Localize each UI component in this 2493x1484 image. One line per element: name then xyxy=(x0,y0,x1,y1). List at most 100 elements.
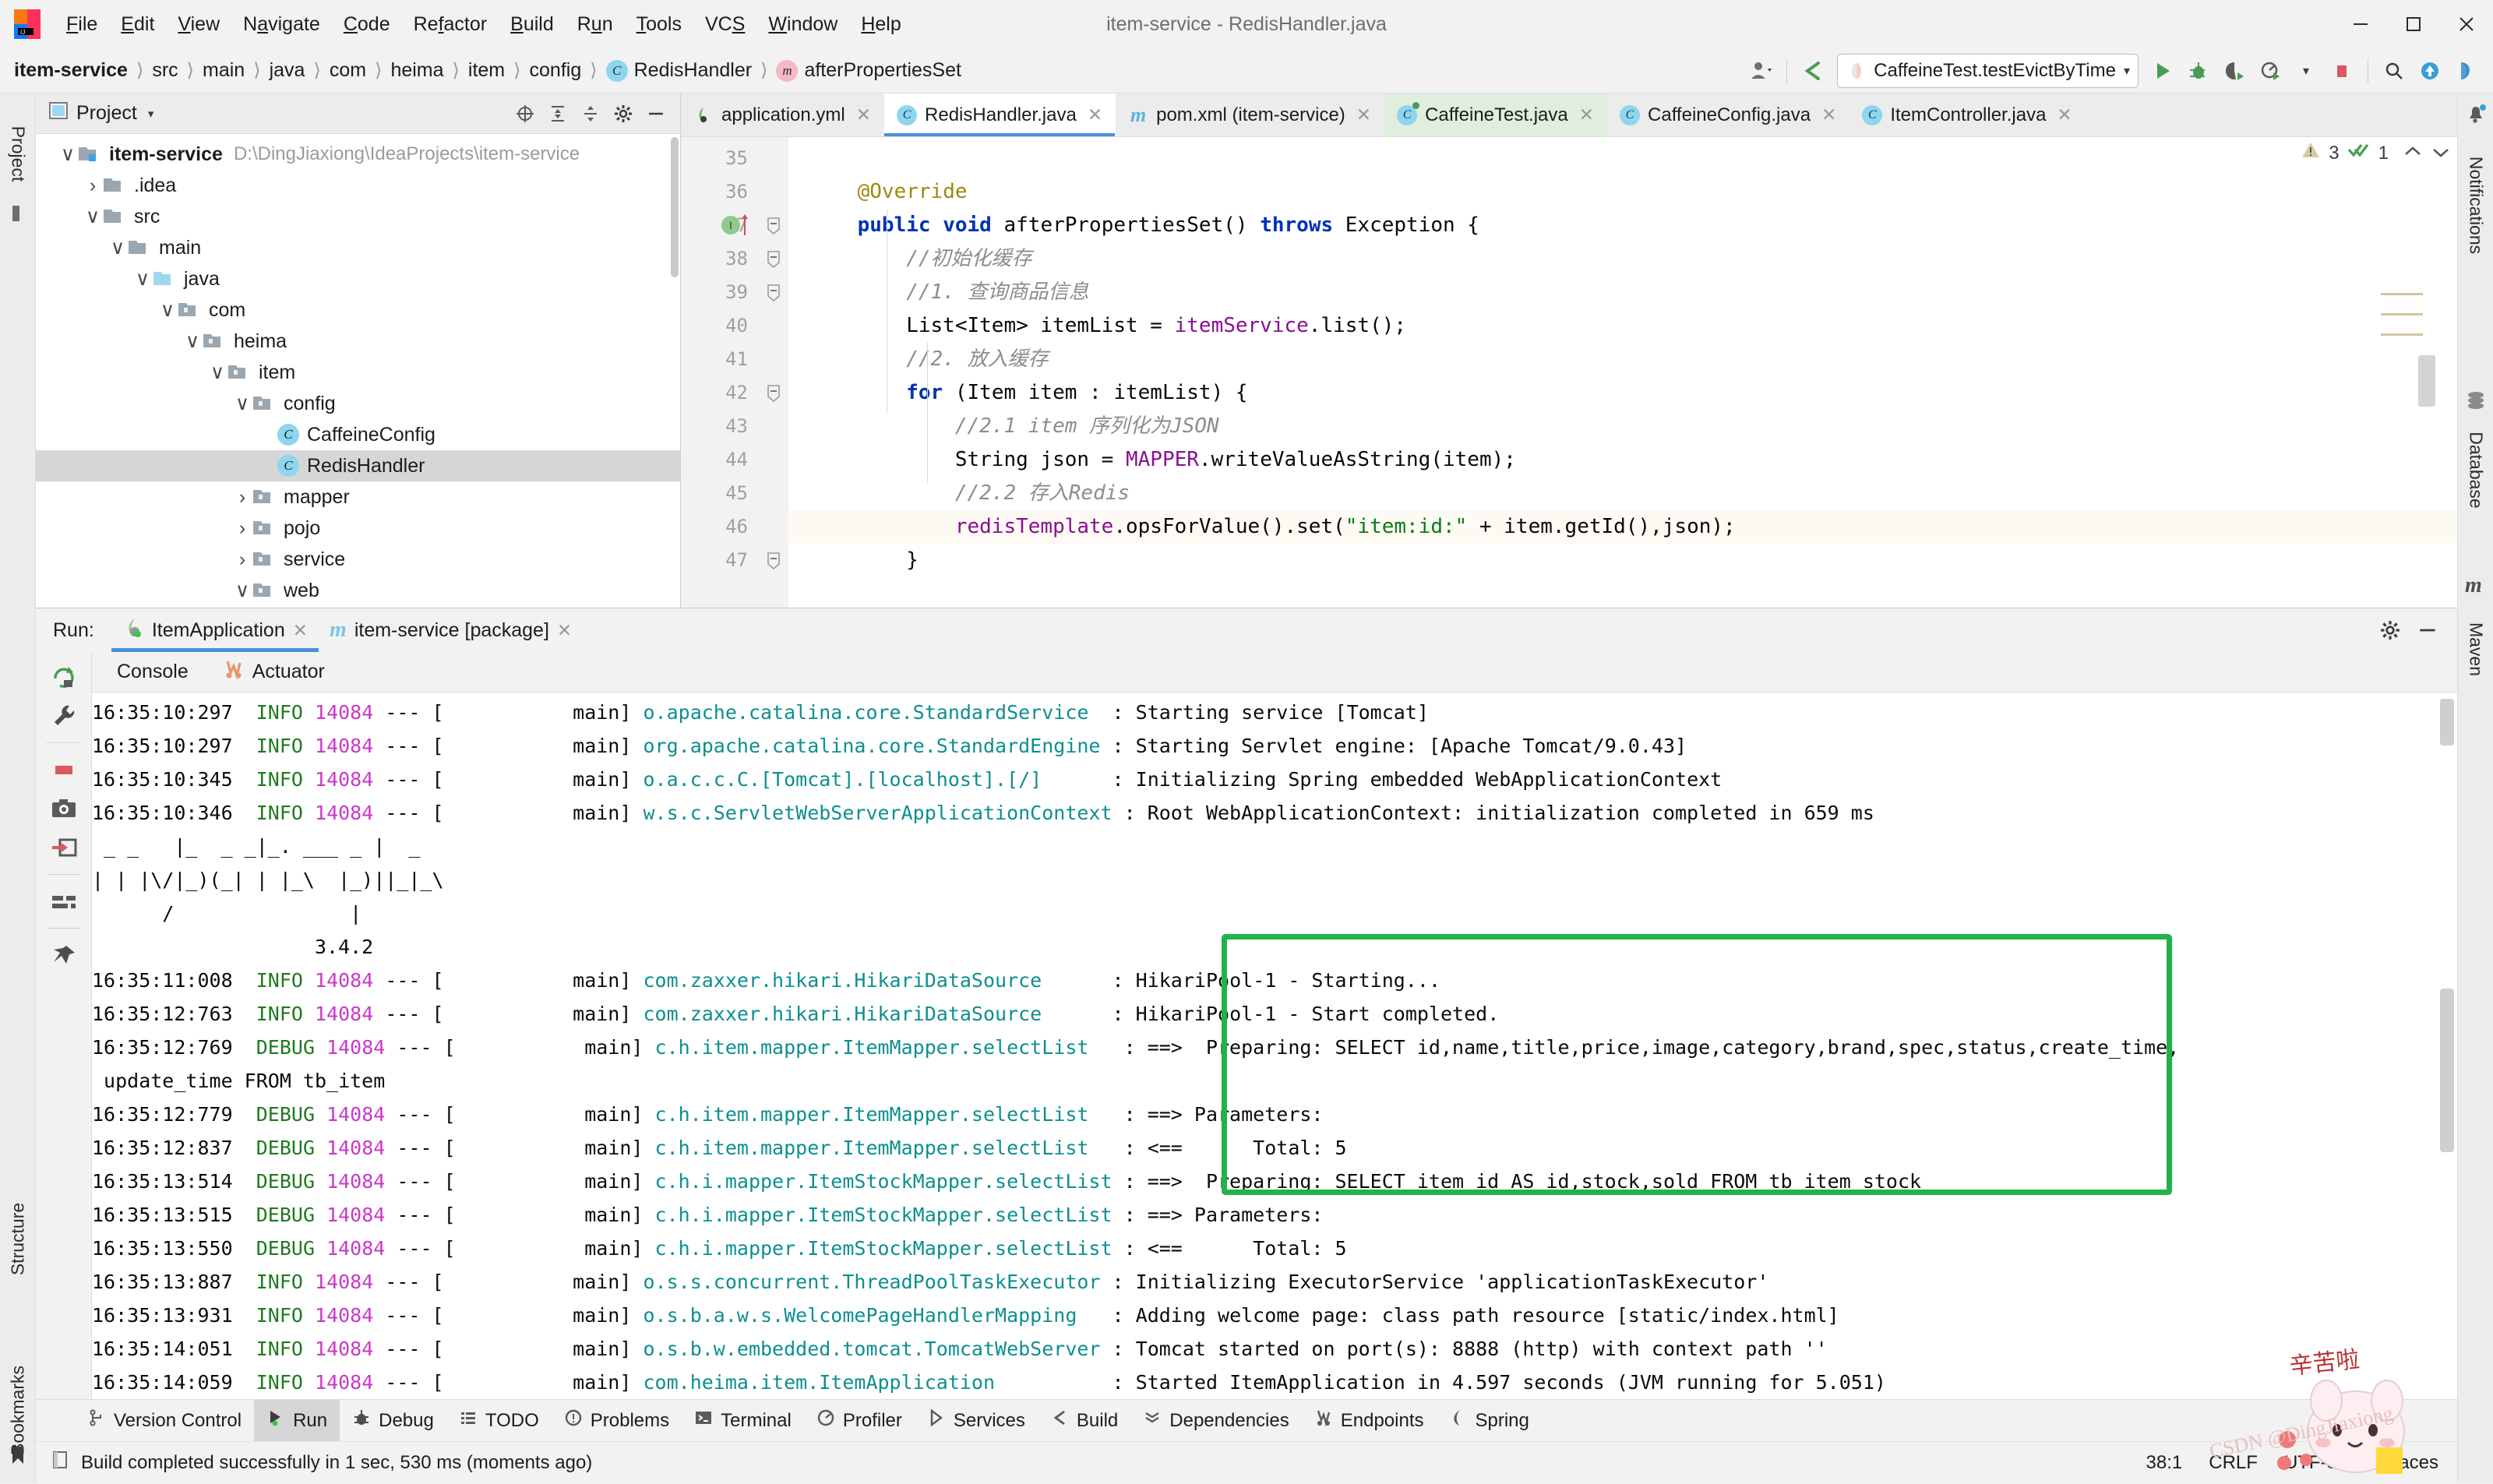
database-icon[interactable] xyxy=(2465,390,2487,417)
console-tab[interactable]: Console xyxy=(103,652,203,693)
project-tree-scrollbar[interactable] xyxy=(671,137,679,277)
close-icon[interactable]: ✕ xyxy=(2057,104,2072,125)
project-tree-node-main[interactable]: ∨ main xyxy=(36,232,680,263)
close-icon[interactable]: ✕ xyxy=(1821,104,1836,125)
editor-tab-pom-xml[interactable]: m pom.xml (item-service) ✕ xyxy=(1116,93,1384,136)
tree-twisty[interactable]: ∨ xyxy=(232,393,252,414)
menu-view[interactable]: View xyxy=(166,10,231,39)
project-tree-node-config[interactable]: ∨ config xyxy=(36,388,680,419)
code-line[interactable]: for (Item item : itemList) { xyxy=(788,376,2457,410)
breadcrumb-item-8[interactable]: C RedisHandler xyxy=(603,58,755,83)
bottom-item-debug[interactable]: Debug xyxy=(340,1400,446,1442)
notifications-bell-icon[interactable] xyxy=(2465,103,2487,130)
project-tree-node-web[interactable]: ∨ web xyxy=(36,575,680,606)
rail-label-bookmarks[interactable]: Bookmarks xyxy=(7,1366,28,1455)
breadcrumb-item-3[interactable]: java xyxy=(266,58,309,83)
project-tree[interactable]: ∨ item-service D:\DingJiaxiong\IdeaProject… xyxy=(36,134,680,608)
bottom-item-terminal[interactable]: Terminal xyxy=(682,1400,804,1442)
code-line[interactable]: public void afterPropertiesSet() throws … xyxy=(788,209,2457,242)
fold-handle[interactable] xyxy=(759,209,788,242)
editor-tab-redishandler-java[interactable]: C RedisHandler.java ✕ xyxy=(884,93,1116,136)
menu-run[interactable]: Run xyxy=(566,10,625,39)
rail-label-notifications[interactable]: Notifications xyxy=(2465,157,2486,254)
rail-label-maven[interactable]: Maven xyxy=(2465,622,2486,676)
scroll-from-source-icon[interactable] xyxy=(509,97,541,130)
tree-twisty[interactable]: › xyxy=(232,486,252,508)
fold-handle[interactable] xyxy=(759,276,788,309)
run-configuration-selector[interactable]: CaffeineTest.testEvictByTime ▾ xyxy=(1837,54,2139,88)
export-icon[interactable] xyxy=(47,830,81,865)
line-separator[interactable]: CRLF xyxy=(2209,1452,2258,1474)
tree-twisty[interactable]: › xyxy=(232,517,252,539)
project-tree-node-heima[interactable]: ∨ heima xyxy=(36,326,680,357)
tree-twisty[interactable]: ∨ xyxy=(58,143,78,165)
tree-twisty[interactable]: › xyxy=(232,548,252,570)
maven-icon[interactable]: m xyxy=(2465,573,2482,598)
menu-tools[interactable]: Tools xyxy=(625,10,693,39)
editor-scrollbar[interactable] xyxy=(2418,355,2435,407)
close-icon[interactable]: ✕ xyxy=(1356,104,1371,125)
run-with-coverage-button[interactable] xyxy=(2216,52,2252,90)
code-line[interactable]: //2.1 item 序列化为JSON xyxy=(788,410,2457,443)
project-tree-node-mapper[interactable]: › mapper xyxy=(36,481,680,513)
code-line[interactable]: //初始化缓存 xyxy=(788,242,2457,276)
run-tab-item-service-package[interactable]: m item-service [package] ✕ xyxy=(319,608,583,652)
menu-refactor[interactable]: Refactor xyxy=(402,10,499,39)
caret-position[interactable]: 38:1 xyxy=(2146,1452,2183,1474)
soft-wrap-icon[interactable] xyxy=(47,884,81,918)
menu-navigate[interactable]: Navigate xyxy=(231,10,332,39)
rerun-icon[interactable] xyxy=(47,660,81,694)
profile-dropdown-icon[interactable]: ▾ xyxy=(2288,52,2324,90)
bookmark-rail-icon[interactable] xyxy=(7,1444,29,1466)
rail-label-project[interactable]: Project xyxy=(7,126,28,182)
bottom-item-run[interactable]: Run xyxy=(254,1399,340,1442)
tree-twisty[interactable]: › xyxy=(83,174,103,196)
stop-icon[interactable] xyxy=(47,753,81,787)
file-encoding[interactable]: UTF-8 xyxy=(2284,1452,2337,1474)
project-tree-node-src[interactable]: ∨ src xyxy=(36,201,680,232)
maximize-button[interactable] xyxy=(2387,0,2440,48)
chevron-down-icon[interactable]: ▾ xyxy=(148,107,154,121)
menu-vcs[interactable]: VCS xyxy=(693,10,756,39)
tree-twisty[interactable]: ∨ xyxy=(207,361,227,383)
bottom-item-problems[interactable]: Problems xyxy=(552,1400,682,1442)
code-folding-gutter[interactable] xyxy=(759,137,788,608)
tree-twisty[interactable]: ∨ xyxy=(157,299,178,321)
breadcrumb-item-0[interactable]: item-service xyxy=(11,58,131,83)
tree-twisty[interactable] xyxy=(257,425,277,445)
debug-button[interactable] xyxy=(2181,52,2216,90)
breadcrumb-item-6[interactable]: item xyxy=(465,58,508,83)
code-line[interactable] xyxy=(788,142,2457,175)
bottom-item-version-control[interactable]: Version Control xyxy=(75,1400,254,1442)
breadcrumb-item-5[interactable]: heima xyxy=(387,58,446,83)
menu-build[interactable]: Build xyxy=(499,10,566,39)
actuator-tab[interactable]: Actuator xyxy=(209,652,339,693)
inspection-widget[interactable]: 3 1 xyxy=(2301,140,2451,166)
update-project-icon[interactable] xyxy=(2412,52,2448,90)
code-line[interactable]: String json = MAPPER.writeValueAsString(… xyxy=(788,443,2457,477)
ide-assistant-icon[interactable] xyxy=(2448,52,2484,90)
code-line[interactable]: List<Item> itemList = itemService.list()… xyxy=(788,309,2457,343)
project-tree-node-com[interactable]: ∨ com xyxy=(36,294,680,326)
hide-pane-icon[interactable] xyxy=(640,97,672,130)
code-line[interactable]: redisTemplate.opsForValue().set("item:id… xyxy=(788,510,2457,544)
run-button[interactable] xyxy=(2145,52,2181,90)
editor-tab-itemcontroller-java[interactable]: C ItemController.java ✕ xyxy=(1849,93,2085,136)
project-tree-node-redishandler[interactable]: C RedisHandler xyxy=(36,450,680,481)
settings-gear-icon[interactable] xyxy=(2371,611,2409,650)
console-scrollbar[interactable] xyxy=(2440,699,2454,746)
tree-twisty[interactable]: ∨ xyxy=(83,206,103,227)
fold-handle[interactable] xyxy=(759,376,788,410)
project-tree-node--idea[interactable]: › .idea xyxy=(36,170,680,201)
code-line[interactable]: } xyxy=(788,544,2457,577)
menu-help[interactable]: Help xyxy=(849,10,912,39)
profile-button[interactable] xyxy=(2252,52,2288,90)
code-line[interactable]: //2. 放入缓存 xyxy=(788,343,2457,376)
tree-twisty[interactable]: ∨ xyxy=(182,330,203,352)
project-rail-icon[interactable] xyxy=(7,203,29,224)
project-tree-node-pojo[interactable]: › pojo xyxy=(36,513,680,544)
tree-twisty[interactable]: ∨ xyxy=(132,268,153,290)
previous-problem-icon[interactable] xyxy=(2403,143,2423,164)
code-editor[interactable]: 35 36 I37 38 39 40 41 42 43 44 45 46 47 @Override pu… xyxy=(681,137,2457,608)
menu-edit[interactable]: Edit xyxy=(109,10,166,39)
